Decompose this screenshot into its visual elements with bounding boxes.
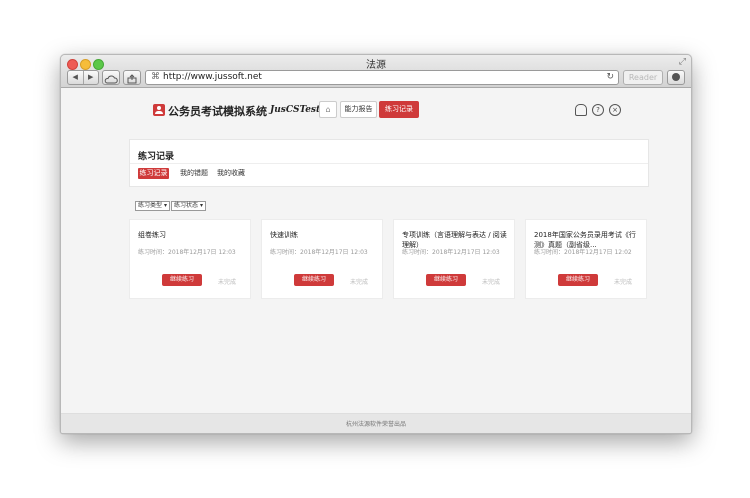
card-time: 练习时间：2018年12月17日 12:03 <box>270 249 368 256</box>
window-title: 法源 <box>366 60 386 71</box>
practice-type-label: 练习类型 <box>138 202 163 209</box>
share-button[interactable] <box>123 70 141 85</box>
practice-card: 快速训练 练习时间：2018年12月17日 12:03 继续练习 未完成 <box>261 219 383 299</box>
tab-practice-record[interactable]: 练习记录 <box>138 168 169 179</box>
downloads-icon <box>672 73 680 81</box>
practice-status-label: 练习状态 <box>174 202 199 209</box>
ability-report-button[interactable]: 能力报告 <box>340 101 377 118</box>
card-status: 未完成 <box>218 279 237 286</box>
footer: 杭州法源软件荣誉出品 <box>61 413 691 433</box>
logo-subtitle: JusCSTest <box>270 105 321 115</box>
tab-favorites[interactable]: 我的收藏 <box>217 168 245 179</box>
card-title: 组卷练习 <box>138 231 166 239</box>
practice-card: 专项训练（言语理解与表达 / 阅读理解） 练习时间：2018年12月17日 12… <box>393 219 515 299</box>
card-time: 练习时间：2018年12月17日 12:02 <box>534 249 632 256</box>
practice-status-select[interactable]: 练习状态 ▾ <box>171 201 206 211</box>
footer-text: 杭州法源软件荣誉出品 <box>345 421 406 428</box>
forward-button[interactable]: ▶ <box>84 71 99 84</box>
practice-record-button[interactable]: 练习记录 <box>379 101 419 118</box>
continue-practice-button[interactable]: 继续练习 <box>294 274 334 286</box>
practice-card: 组卷练习 练习时间：2018年12月17日 12:03 继续练习 未完成 <box>129 219 251 299</box>
divider <box>130 163 648 164</box>
user-icon[interactable] <box>575 104 587 116</box>
practice-type-select[interactable]: 练习类型 ▾ <box>135 201 170 211</box>
browser-window: 法源 ⤢ ◀ ▶ ⌘ http://www.jussoft.net ↻ Read… <box>60 54 692 434</box>
card-status: 未完成 <box>614 279 633 286</box>
reload-icon[interactable]: ↻ <box>606 71 614 84</box>
close-icon[interactable]: × <box>609 104 621 116</box>
home-button[interactable]: ⌂ <box>319 101 337 118</box>
continue-practice-button[interactable]: 继续练习 <box>426 274 466 286</box>
chevron-down-icon: ▾ <box>199 202 203 209</box>
url-text[interactable]: http://www.jussoft.net <box>163 71 262 84</box>
share-icon <box>127 74 137 84</box>
card-status: 未完成 <box>482 279 501 286</box>
reader-button[interactable]: Reader <box>623 70 663 85</box>
chevron-down-icon: ▾ <box>163 202 167 209</box>
logo-text: 公务员考试模拟系统 <box>168 105 267 118</box>
cloud-icon <box>104 75 118 84</box>
back-button[interactable]: ◀ <box>68 71 84 84</box>
url-icon: ⌘ <box>151 72 160 82</box>
expand-icon[interactable]: ⤢ <box>679 57 686 67</box>
continue-practice-button[interactable]: 继续练习 <box>162 274 202 286</box>
card-time: 练习时间：2018年12月17日 12:03 <box>138 249 236 256</box>
card-status: 未完成 <box>350 279 369 286</box>
logo-icon <box>153 104 165 116</box>
tab-wrong-questions[interactable]: 我的错题 <box>180 168 208 179</box>
address-bar[interactable]: ⌘ http://www.jussoft.net ↻ <box>145 70 619 85</box>
card-time: 练习时间：2018年12月17日 12:03 <box>402 249 500 256</box>
cloud-tabs-button[interactable] <box>102 70 120 85</box>
title-bar: 法源 ⤢ ◀ ▶ ⌘ http://www.jussoft.net ↻ Read… <box>61 55 691 88</box>
downloads-button[interactable] <box>667 70 685 85</box>
practice-record-panel: 练习记录 练习记录 我的错题 我的收藏 <box>129 139 649 187</box>
card-title: 快速训练 <box>270 231 298 239</box>
continue-practice-button[interactable]: 继续练习 <box>558 274 598 286</box>
page-content: 公务员考试模拟系统 JusCSTest ⌂ 能力报告 练习记录 ? × 练习记录… <box>61 88 691 433</box>
home-icon: ⌂ <box>325 105 331 114</box>
panel-title: 练习记录 <box>138 152 175 162</box>
help-icon[interactable]: ? <box>592 104 604 116</box>
practice-card: 2018年国家公务员录用考试《行测》真题（副省级... 练习时间：2018年12… <box>525 219 647 299</box>
back-forward-buttons: ◀ ▶ <box>67 70 99 85</box>
